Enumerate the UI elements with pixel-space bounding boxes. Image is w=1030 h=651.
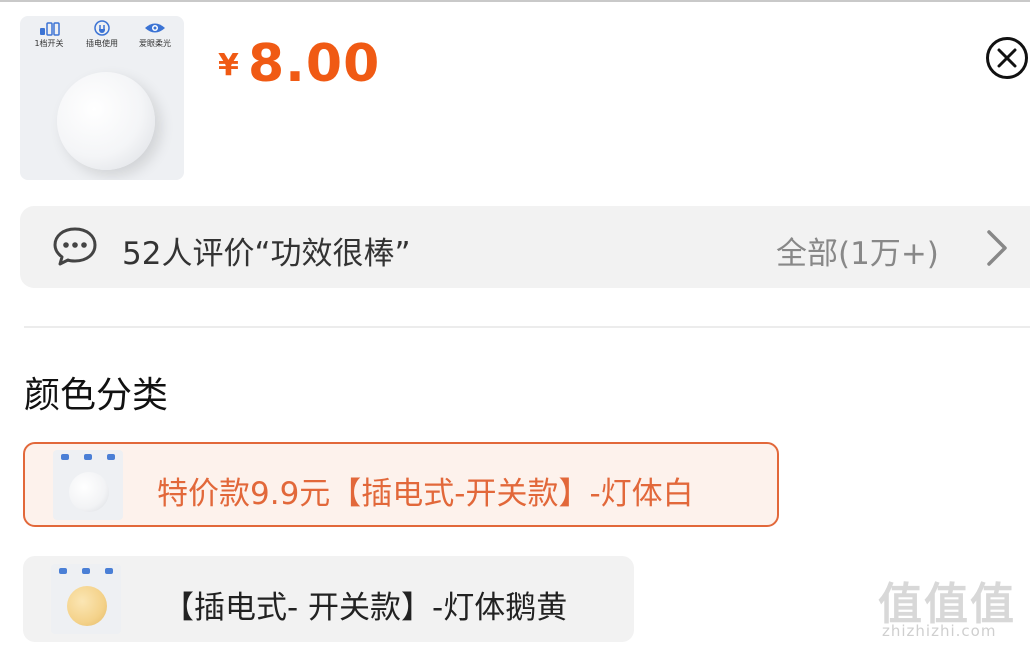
variant-option[interactable]: 【插电式- 开关款】-灯体鹅黄 (23, 556, 634, 642)
top-divider (0, 0, 1030, 2)
feature-eye: 爱眼柔光 (128, 20, 182, 49)
comment-icon (53, 227, 97, 266)
variant-label: 【插电式- 开关款】-灯体鹅黄 (163, 590, 568, 626)
chevron-right-icon (987, 230, 1007, 266)
feature-switch: 1档开关 (22, 20, 76, 49)
price-value: 8.00 (248, 34, 381, 94)
feature-plug: 插电使用 (75, 20, 129, 49)
feature-label: 1档开关 (34, 39, 64, 48)
variant-thumbnail (53, 450, 123, 520)
price-currency: ¥ (218, 48, 239, 83)
section-title: 颜色分类 (24, 375, 169, 416)
product-thumbnail[interactable]: 1档开关 插电使用 爱眼柔光 (20, 16, 184, 180)
eye-icon (145, 23, 165, 33)
feature-icons (53, 454, 123, 460)
plug-icon (94, 20, 110, 36)
review-summary-bar[interactable]: 52人评价“功效很棒” 全部(1万+) (20, 206, 1030, 288)
section-divider (24, 326, 1030, 328)
feature-label: 插电使用 (86, 39, 118, 48)
watermark-url: zhizhizhi.com (882, 622, 997, 640)
variant-thumbnail (51, 564, 121, 634)
product-image (57, 72, 155, 170)
switch-icon (40, 22, 60, 36)
close-icon (986, 37, 1028, 79)
feature-label: 爱眼柔光 (139, 39, 171, 48)
variant-label: 特价款9.9元【插电式-开关款】-灯体白 (157, 476, 694, 512)
variant-image (69, 472, 109, 512)
review-summary-text: 52人评价“功效很棒” (122, 236, 411, 272)
feature-icons (51, 568, 121, 574)
variant-image (67, 586, 107, 626)
review-all-link[interactable]: 全部(1万+) (776, 228, 939, 273)
close-button[interactable] (985, 36, 1029, 80)
variant-option-selected[interactable]: 特价款9.9元【插电式-开关款】-灯体白 (23, 442, 779, 527)
